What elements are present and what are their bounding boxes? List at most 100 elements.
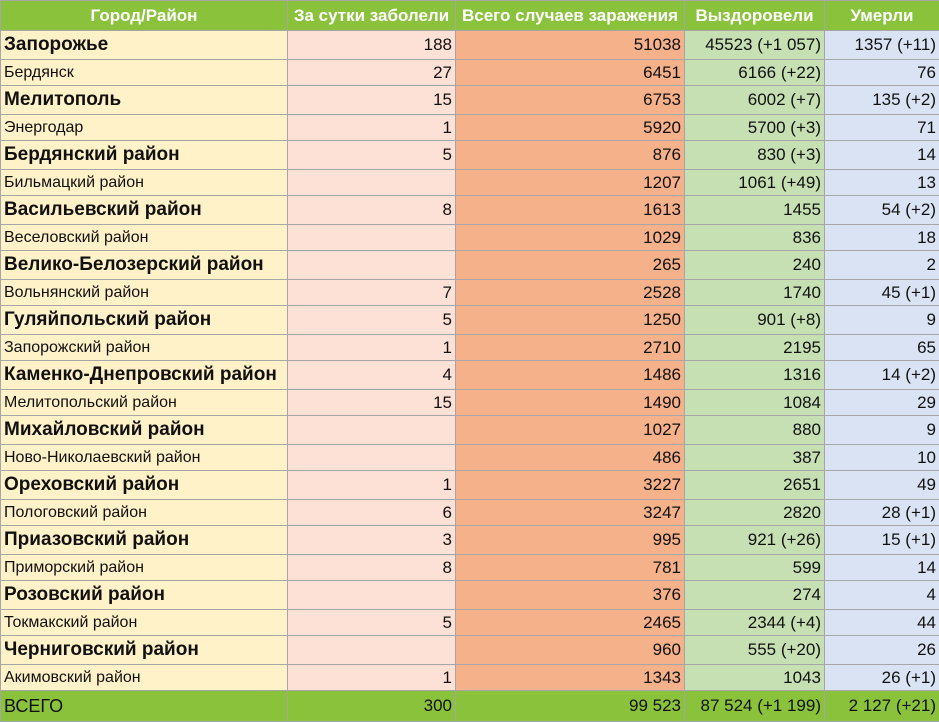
cell-name: Велико-Белозерский район — [1, 251, 288, 280]
cell-recovered: 1740 — [685, 280, 825, 306]
table-row: Ново-Николаевский район48638710 — [1, 445, 939, 471]
cell-recovered: 1316 — [685, 361, 825, 390]
cell-total: 51038 — [456, 31, 685, 60]
cell-died: 14 (+2) — [825, 361, 939, 390]
cell-name: Розовский район — [1, 581, 288, 610]
cell-total: 1027 — [456, 416, 685, 445]
totals-died: 2 127 (+21) — [825, 691, 939, 722]
cell-recovered: 2344 (+4) — [685, 610, 825, 636]
cell-recovered: 1043 — [685, 665, 825, 691]
cell-died: 1357 (+11) — [825, 31, 939, 60]
cell-daily: 6 — [288, 500, 456, 526]
cell-name: Михайловский район — [1, 416, 288, 445]
table-row: Мелитопольский район151490108429 — [1, 390, 939, 416]
cell-daily: 1 — [288, 471, 456, 500]
cell-name: Приморский район — [1, 555, 288, 581]
cell-died: 54 (+2) — [825, 196, 939, 225]
cell-recovered: 45523 (+1 057) — [685, 31, 825, 60]
cell-name: Энергодар — [1, 115, 288, 141]
table-row: Запорожье1885103845523 (+1 057)1357 (+11… — [1, 31, 939, 60]
cell-died: 65 — [825, 335, 939, 361]
cell-name: Бердянск — [1, 60, 288, 86]
cell-total: 1613 — [456, 196, 685, 225]
cell-died: 14 — [825, 141, 939, 170]
cell-total: 1343 — [456, 665, 685, 691]
cell-died: 76 — [825, 60, 939, 86]
totals-label: ВСЕГО — [1, 691, 288, 722]
cell-total: 2528 — [456, 280, 685, 306]
cell-name: Ново-Николаевский район — [1, 445, 288, 471]
cell-name: Пологовский район — [1, 500, 288, 526]
table-row: Запорожский район12710219565 — [1, 335, 939, 361]
cell-recovered: 2195 — [685, 335, 825, 361]
header-daily: За сутки заболели — [288, 1, 456, 31]
cell-name: Акимовский район — [1, 665, 288, 691]
cell-name: Мелитополь — [1, 86, 288, 115]
table-row: Энергодар159205700 (+3)71 — [1, 115, 939, 141]
cell-total: 1207 — [456, 170, 685, 196]
cell-recovered: 921 (+26) — [685, 526, 825, 555]
cell-total: 1490 — [456, 390, 685, 416]
cell-total: 781 — [456, 555, 685, 581]
cell-total: 1250 — [456, 306, 685, 335]
cell-daily: 7 — [288, 280, 456, 306]
table-row: Вольнянский район72528174045 (+1) — [1, 280, 939, 306]
header-recovered: Выздоровели — [685, 1, 825, 31]
cell-total: 5920 — [456, 115, 685, 141]
cell-died: 9 — [825, 416, 939, 445]
cell-name: Бердянский район — [1, 141, 288, 170]
cell-died: 13 — [825, 170, 939, 196]
cell-died: 15 (+1) — [825, 526, 939, 555]
cell-name: Приазовский район — [1, 526, 288, 555]
table-row: Гуляйпольский район51250901 (+8)9 — [1, 306, 939, 335]
table-row: Токмакский район524652344 (+4)44 — [1, 610, 939, 636]
cell-daily: 5 — [288, 610, 456, 636]
cell-name: Мелитопольский район — [1, 390, 288, 416]
table-row: Бердянск2764516166 (+22)76 — [1, 60, 939, 86]
table-row: Ореховский район13227265149 — [1, 471, 939, 500]
cell-daily: 188 — [288, 31, 456, 60]
table-row: Приазовский район3995921 (+26)15 (+1) — [1, 526, 939, 555]
table-body: Запорожье1885103845523 (+1 057)1357 (+11… — [1, 31, 939, 691]
cell-daily — [288, 445, 456, 471]
totals-row: ВСЕГО 300 99 523 87 524 (+1 199) 2 127 (… — [1, 691, 939, 722]
cell-died: 26 (+1) — [825, 665, 939, 691]
table-row: Розовский район3762744 — [1, 581, 939, 610]
table-row: Пологовский район63247282028 (+1) — [1, 500, 939, 526]
cell-name: Запорожье — [1, 31, 288, 60]
cell-name: Гуляйпольский район — [1, 306, 288, 335]
cell-recovered: 836 — [685, 225, 825, 251]
cell-name: Каменко-Днепровский район — [1, 361, 288, 390]
header-city: Город/Район — [1, 1, 288, 31]
cell-died: 4 — [825, 581, 939, 610]
cell-total: 2710 — [456, 335, 685, 361]
cell-name: Черниговский район — [1, 636, 288, 665]
cell-daily: 1 — [288, 665, 456, 691]
cell-died: 135 (+2) — [825, 86, 939, 115]
header-total: Всего случаев заражения — [456, 1, 685, 31]
cell-died: 29 — [825, 390, 939, 416]
cell-recovered: 901 (+8) — [685, 306, 825, 335]
table-row: Акимовский район11343104326 (+1) — [1, 665, 939, 691]
cell-daily — [288, 416, 456, 445]
cell-died: 44 — [825, 610, 939, 636]
cell-total: 960 — [456, 636, 685, 665]
cell-total: 486 — [456, 445, 685, 471]
cell-daily: 1 — [288, 115, 456, 141]
cell-recovered: 1061 (+49) — [685, 170, 825, 196]
cell-total: 1486 — [456, 361, 685, 390]
cell-daily — [288, 225, 456, 251]
cell-daily — [288, 636, 456, 665]
cell-total: 376 — [456, 581, 685, 610]
table-row: Михайловский район10278809 — [1, 416, 939, 445]
cell-name: Токмакский район — [1, 610, 288, 636]
cell-recovered: 5700 (+3) — [685, 115, 825, 141]
cell-recovered: 830 (+3) — [685, 141, 825, 170]
cell-total: 995 — [456, 526, 685, 555]
header-died: Умерли — [825, 1, 939, 31]
cell-died: 28 (+1) — [825, 500, 939, 526]
cell-total: 265 — [456, 251, 685, 280]
cell-name: Запорожский район — [1, 335, 288, 361]
cell-name: Васильевский район — [1, 196, 288, 225]
cell-daily — [288, 170, 456, 196]
